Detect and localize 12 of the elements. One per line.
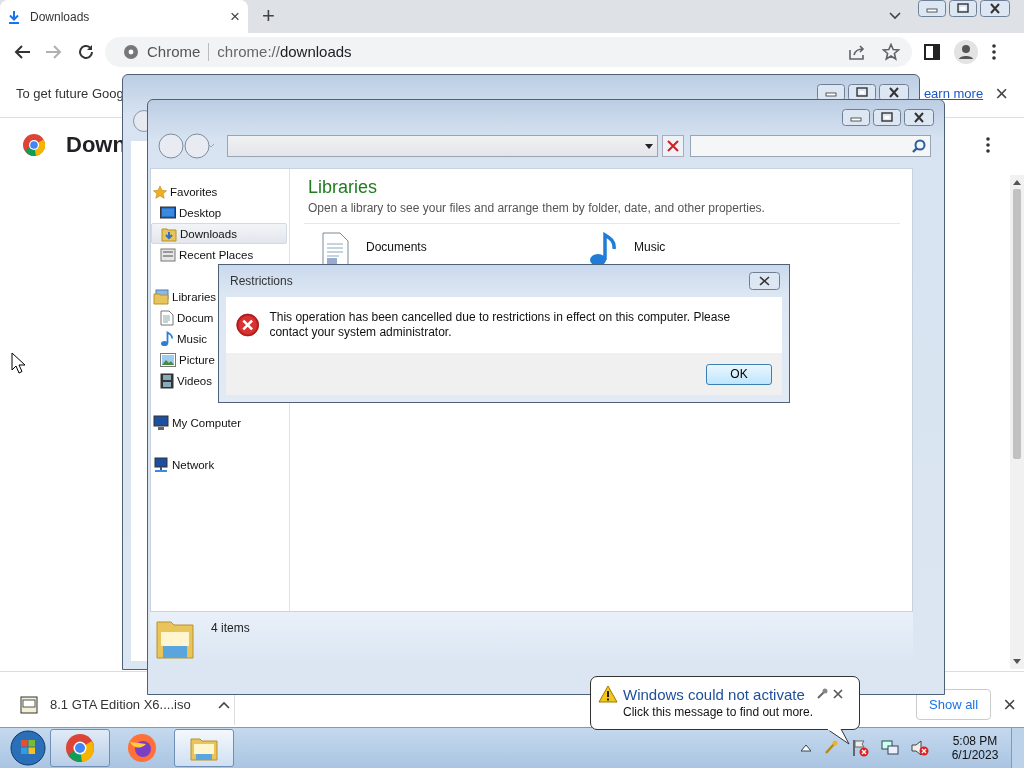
notification-text: Click this message to find out more. bbox=[623, 705, 815, 719]
dialog-title: Restrictions bbox=[230, 274, 293, 288]
error-message: This operation has been cancelled due to restrictions in effect on this computer. Please contact your system administrator. bbox=[269, 310, 732, 340]
tab-title: Downloads bbox=[30, 9, 91, 24]
item-count: 4 items bbox=[211, 621, 250, 635]
notification-title: Windows could not activate bbox=[623, 685, 805, 703]
libraries-heading: Libraries bbox=[308, 177, 379, 198]
site-label: Chrome bbox=[147, 43, 201, 60]
clock-time: 5:08 PM bbox=[952, 734, 998, 748]
url-text: chrome://downloads bbox=[217, 43, 352, 60]
clock-date: 6/1/2023 bbox=[951, 748, 999, 762]
libraries-description: Open a library to see your files and arrange them by folder, date, and other properties. bbox=[308, 201, 766, 215]
